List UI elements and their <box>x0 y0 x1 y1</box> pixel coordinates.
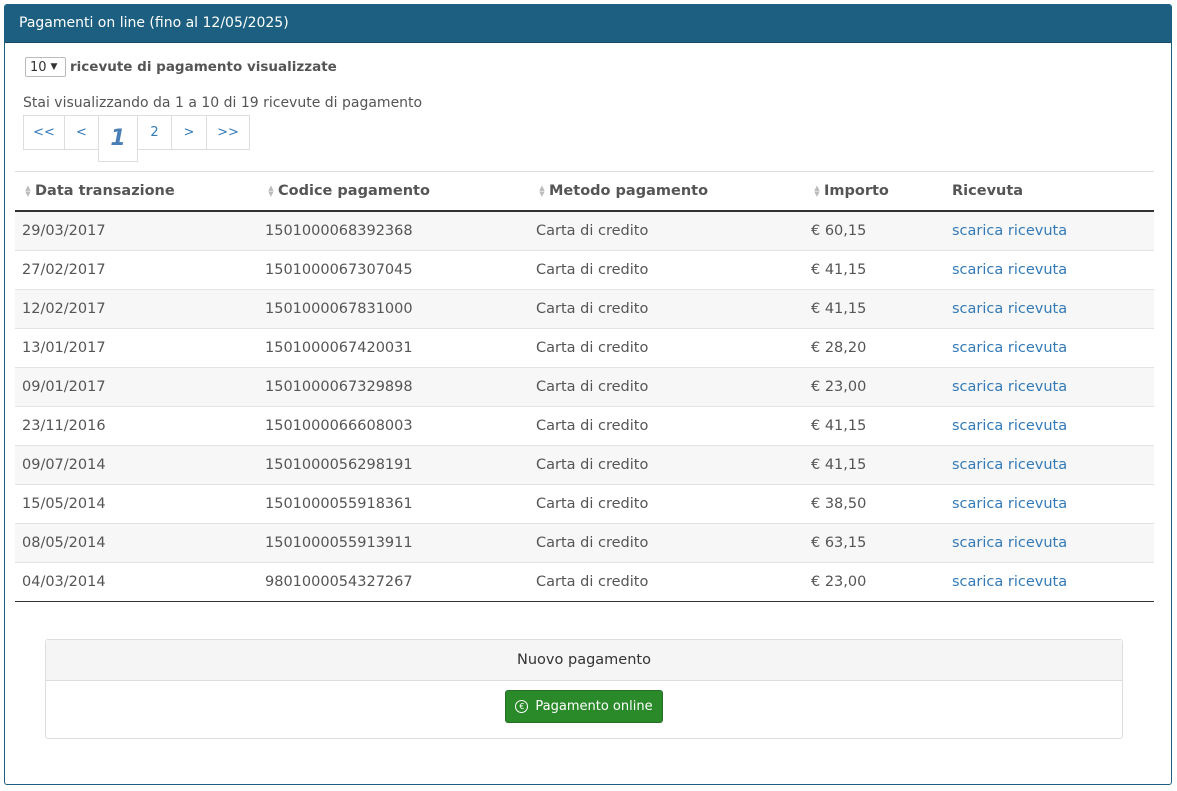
cell-amount: € 28,20 <box>811 328 952 368</box>
col-header-metodo[interactable]: ▲ ▼ Metodo pagamento <box>536 171 811 212</box>
cell-method: Carta di credito <box>536 445 811 485</box>
cell-amount: € 38,50 <box>811 484 952 524</box>
pagination: << < 1 2 > >> <box>23 115 250 162</box>
table-row: 04/03/2014 9801000054327267 Carta di cre… <box>15 562 1154 602</box>
download-receipt-link[interactable]: scarica ricevuta <box>952 262 1067 278</box>
table-header-row: ▲ ▼ Data transazione ▲ ▼ Codice pagamento ▲ ▼… <box>15 171 1154 212</box>
table-row: 29/03/2017 1501000068392368 Carta di cre… <box>15 210 1154 251</box>
cell-method: Carta di credito <box>536 367 811 407</box>
table-row: 12/02/2017 1501000067831000 Carta di cre… <box>15 289 1154 329</box>
pager-page-2[interactable]: 2 <box>137 115 172 150</box>
cell-amount: € 41,15 <box>811 250 952 290</box>
page-size-label: ricevute di pagamento visualizzate <box>70 59 337 75</box>
cell-date: 12/02/2017 <box>15 289 265 329</box>
cell-method: Carta di credito <box>536 289 811 329</box>
col-header-importo[interactable]: ▲ ▼ Importo <box>811 171 952 212</box>
online-payment-button[interactable]: € Pagamento online <box>505 690 663 723</box>
sort-icon: ▲ ▼ <box>814 184 820 198</box>
sort-icon: ▲ ▼ <box>25 184 31 198</box>
download-receipt-link[interactable]: scarica ricevuta <box>952 574 1067 590</box>
cell-code: 1501000055913911 <box>265 523 536 563</box>
sort-icon: ▲ ▼ <box>268 184 274 198</box>
cell-date: 27/02/2017 <box>15 250 265 290</box>
table-row: 15/05/2014 1501000055918361 Carta di cre… <box>15 484 1154 524</box>
download-receipt-link[interactable]: scarica ricevuta <box>952 496 1067 512</box>
cell-code: 1501000067307045 <box>265 250 536 290</box>
pager-next-button[interactable]: > <box>171 115 207 150</box>
payments-table: ▲ ▼ Data transazione ▲ ▼ Codice pagamento ▲ ▼… <box>15 171 1154 602</box>
table-row: 23/11/2016 1501000066608003 Carta di cre… <box>15 406 1154 446</box>
cell-amount: € 41,15 <box>811 289 952 329</box>
page-size-value: 10 <box>30 59 47 75</box>
table-row: 09/07/2014 1501000056298191 Carta di cre… <box>15 445 1154 485</box>
download-receipt-link[interactable]: scarica ricevuta <box>952 223 1067 239</box>
cell-date: 23/11/2016 <box>15 406 265 446</box>
cell-date: 04/03/2014 <box>15 562 265 602</box>
col-header-data[interactable]: ▲ ▼ Data transazione <box>15 171 265 212</box>
cell-code: 1501000067420031 <box>265 328 536 368</box>
cell-method: Carta di credito <box>536 328 811 368</box>
cell-date: 08/05/2014 <box>15 523 265 563</box>
cell-amount: € 60,15 <box>811 210 952 251</box>
online-payment-label: Pagamento online <box>535 699 653 714</box>
col-header-codice[interactable]: ▲ ▼ Codice pagamento <box>265 171 536 212</box>
cell-code: 1501000055918361 <box>265 484 536 524</box>
cell-date: 09/07/2014 <box>15 445 265 485</box>
cell-date: 15/05/2014 <box>15 484 265 524</box>
cell-date: 09/01/2017 <box>15 367 265 407</box>
pager-first-button[interactable]: << <box>23 115 65 150</box>
pager-prev-button[interactable]: < <box>64 115 99 150</box>
panel-title: Pagamenti on line (fino al 12/05/2025) <box>5 5 1171 43</box>
chevron-down-icon: ▼ <box>50 62 58 72</box>
download-receipt-link[interactable]: scarica ricevuta <box>952 418 1067 434</box>
page-size-control: 10 ▼ ricevute di pagamento visualizzate <box>25 57 337 77</box>
cell-method: Carta di credito <box>536 250 811 290</box>
cell-method: Carta di credito <box>536 523 811 563</box>
pager-page-1[interactable]: 1 <box>98 115 138 162</box>
cell-code: 1501000056298191 <box>265 445 536 485</box>
cell-code: 1501000066608003 <box>265 406 536 446</box>
cell-method: Carta di credito <box>536 210 811 251</box>
col-header-ricevuta: Ricevuta <box>952 171 1154 212</box>
pager-last-button[interactable]: >> <box>206 115 250 150</box>
cell-date: 29/03/2017 <box>15 210 265 251</box>
results-status: Stai visualizzando da 1 a 10 di 19 ricev… <box>23 95 423 111</box>
download-receipt-link[interactable]: scarica ricevuta <box>952 457 1067 473</box>
cell-date: 13/01/2017 <box>15 328 265 368</box>
cell-amount: € 41,15 <box>811 445 952 485</box>
cell-amount: € 23,00 <box>811 367 952 407</box>
download-receipt-link[interactable]: scarica ricevuta <box>952 535 1067 551</box>
table-row: 13/01/2017 1501000067420031 Carta di cre… <box>15 328 1154 368</box>
sort-icon: ▲ ▼ <box>539 184 545 198</box>
download-receipt-link[interactable]: scarica ricevuta <box>952 301 1067 317</box>
cell-method: Carta di credito <box>536 562 811 602</box>
cell-amount: € 23,00 <box>811 562 952 602</box>
cell-code: 1501000067831000 <box>265 289 536 329</box>
cell-code: 1501000068392368 <box>265 210 536 251</box>
download-receipt-link[interactable]: scarica ricevuta <box>952 379 1067 395</box>
table-row: 27/02/2017 1501000067307045 Carta di cre… <box>15 250 1154 290</box>
new-payment-title: Nuovo pagamento <box>46 640 1122 681</box>
cell-code: 9801000054327267 <box>265 562 536 602</box>
cell-code: 1501000067329898 <box>265 367 536 407</box>
table-row: 08/05/2014 1501000055913911 Carta di cre… <box>15 523 1154 563</box>
new-payment-box: Nuovo pagamento € Pagamento online <box>45 639 1123 739</box>
download-receipt-link[interactable]: scarica ricevuta <box>952 340 1067 356</box>
cell-amount: € 63,15 <box>811 523 952 563</box>
cell-method: Carta di credito <box>536 484 811 524</box>
cell-method: Carta di credito <box>536 406 811 446</box>
page-size-select[interactable]: 10 ▼ <box>25 57 66 77</box>
table-row: 09/01/2017 1501000067329898 Carta di cre… <box>15 367 1154 407</box>
cell-amount: € 41,15 <box>811 406 952 446</box>
euro-circle-icon: € <box>515 700 529 713</box>
